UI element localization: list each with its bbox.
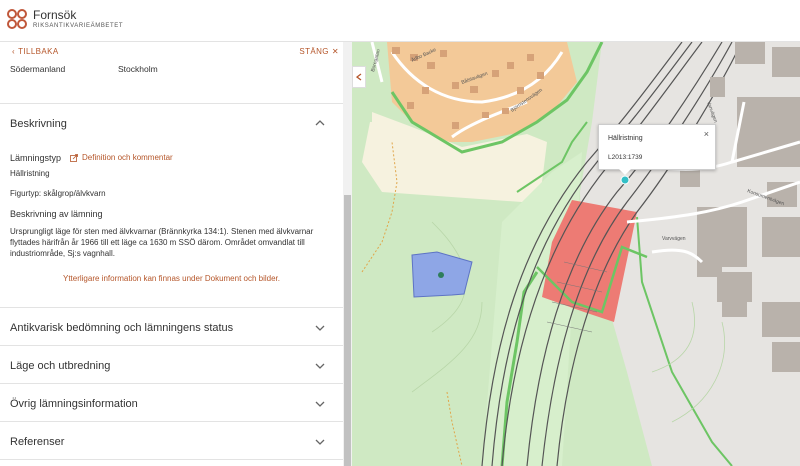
definition-link-label: Definition och kommentar (82, 153, 173, 162)
popup-close-icon[interactable]: × (704, 129, 709, 139)
panel-scrollbar-thumb[interactable] (344, 195, 351, 466)
back-button[interactable]: ‹ TILLBAKA (12, 47, 59, 56)
app-subtitle: RIKSANTIKVARIEÄMBETET (33, 23, 124, 29)
close-label: STÄNG (299, 47, 329, 56)
map-canvas[interactable]: Vanvägen Konsumentvägen Varvvägen Björns… (352, 42, 800, 466)
chevron-down-icon[interactable] (314, 322, 326, 334)
map-popup[interactable]: Hällristning L2013:1739 × (598, 124, 716, 170)
description-line: flyttades härifrån år 1966 till ett läge… (10, 238, 305, 247)
description-heading: Beskrivning av lämning (10, 209, 103, 219)
description-line: industriområde, Sj:s vagnhall. (10, 249, 115, 258)
section-location-header[interactable]: Läge och utbredning (10, 360, 110, 372)
divider (0, 459, 343, 460)
collapse-panel-button[interactable] (352, 66, 366, 88)
back-label: TILLBAKA (18, 47, 59, 56)
map-view[interactable]: Vanvägen Konsumentvägen Varvvägen Björns… (352, 42, 800, 466)
street-label: Varvvägen (662, 236, 686, 242)
top-bar: Fornsök RIKSANTIKVARIEÄMBETET (0, 0, 800, 42)
close-icon: ✕ (331, 47, 339, 56)
county-value: Stockholm (118, 64, 158, 74)
section-references-header[interactable]: Referenser (10, 436, 64, 448)
chevron-down-icon[interactable] (314, 398, 326, 410)
section-assessment-header[interactable]: Antikvarisk bedömning och lämningens sta… (10, 322, 233, 334)
fornsok-logo[interactable]: Fornsök RIKSANTIKVARIEÄMBETET (6, 8, 123, 30)
popup-tail (619, 169, 631, 175)
type-label: Lämningstyp (10, 153, 62, 163)
divider (0, 421, 343, 422)
type-value: Hällristning (10, 169, 50, 178)
popup-title: Hällristning (608, 135, 643, 142)
section-other-info-header[interactable]: Övrig lämningsinformation (10, 398, 138, 410)
province-value: Södermanland (10, 64, 66, 74)
chevron-left-icon: ‹ (12, 47, 16, 56)
fornsok-logo-icon (7, 9, 27, 29)
external-link-icon (70, 153, 78, 162)
app-title: Fornsök (33, 8, 77, 22)
definition-link[interactable]: Definition och kommentar (70, 153, 173, 162)
chevron-left-icon (356, 73, 362, 81)
divider (0, 383, 343, 384)
divider (0, 345, 343, 346)
chevron-up-icon[interactable] (314, 117, 326, 129)
description-line: Ursprungligt läge för sten med älvkvarna… (10, 227, 314, 236)
divider (0, 307, 343, 308)
close-button[interactable]: STÄNG ✕ (299, 47, 339, 56)
popup-id: L2013:1739 (608, 154, 643, 161)
figure-type: Figurtyp: skålgrop/älvkvarn (10, 189, 106, 198)
divider (0, 103, 343, 104)
section-description-header[interactable]: Beskrivning (10, 118, 67, 130)
details-panel: ‹ TILLBAKA STÄNG ✕ Södermanland Stockhol… (0, 42, 343, 466)
chevron-down-icon[interactable] (314, 436, 326, 448)
chevron-down-icon[interactable] (314, 360, 326, 372)
more-info-text: Ytterligare information kan finnas under… (62, 274, 280, 283)
